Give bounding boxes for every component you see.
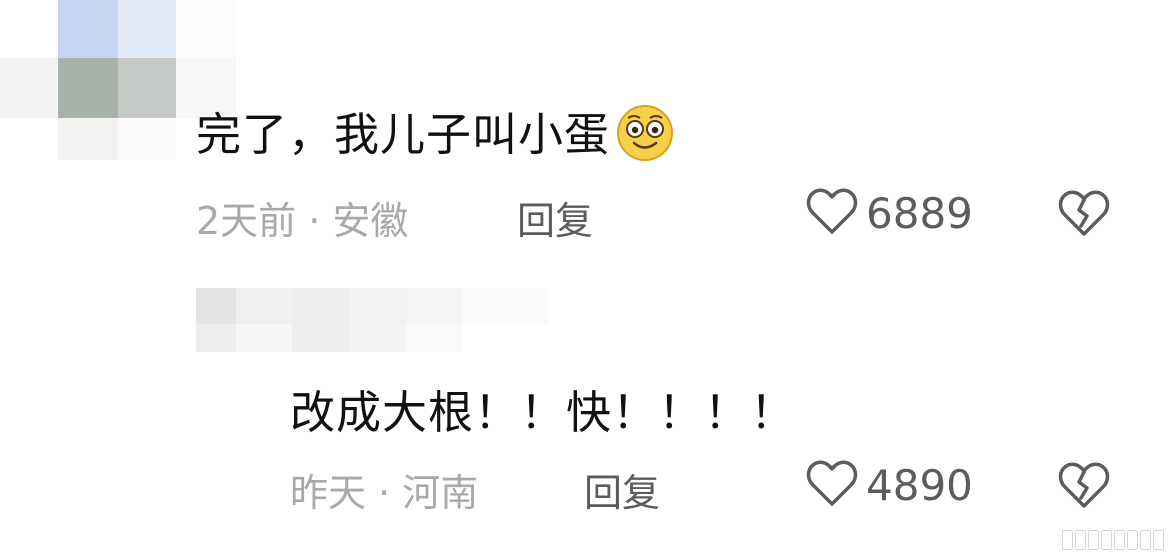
like-button[interactable]: 6889: [806, 188, 973, 240]
dislike-button[interactable]: [1058, 190, 1110, 242]
comment-meta: 昨天 · 河南: [290, 471, 479, 515]
heart-outline-icon: [806, 188, 858, 240]
smiley-emoji-icon: [614, 100, 676, 162]
broken-heart-icon: [1058, 462, 1110, 514]
broken-heart-icon: [1058, 190, 1110, 242]
comment-thread: 完了，我儿子叫小蛋 2天前 · 安徽 回复 6889 改成大根！！快！！！！ 昨…: [0, 0, 1172, 556]
like-button[interactable]: 4890: [806, 460, 973, 512]
comment-body: 改成大根！！快！！！！: [290, 386, 797, 439]
avatar[interactable]: [196, 288, 548, 352]
like-count: 6889: [866, 189, 973, 238]
like-count: 4890: [866, 461, 973, 510]
comment-text: 完了，我儿子叫小蛋: [196, 98, 676, 163]
dislike-button[interactable]: [1058, 462, 1110, 514]
comment-meta: 2天前 · 安徽: [196, 199, 409, 243]
reply-button[interactable]: 回复: [584, 462, 660, 517]
comment-body: 完了，我儿子叫小蛋: [196, 108, 611, 161]
watermark-icon: [1062, 530, 1164, 550]
heart-outline-icon: [806, 460, 858, 512]
reply-button[interactable]: 回复: [517, 190, 593, 245]
